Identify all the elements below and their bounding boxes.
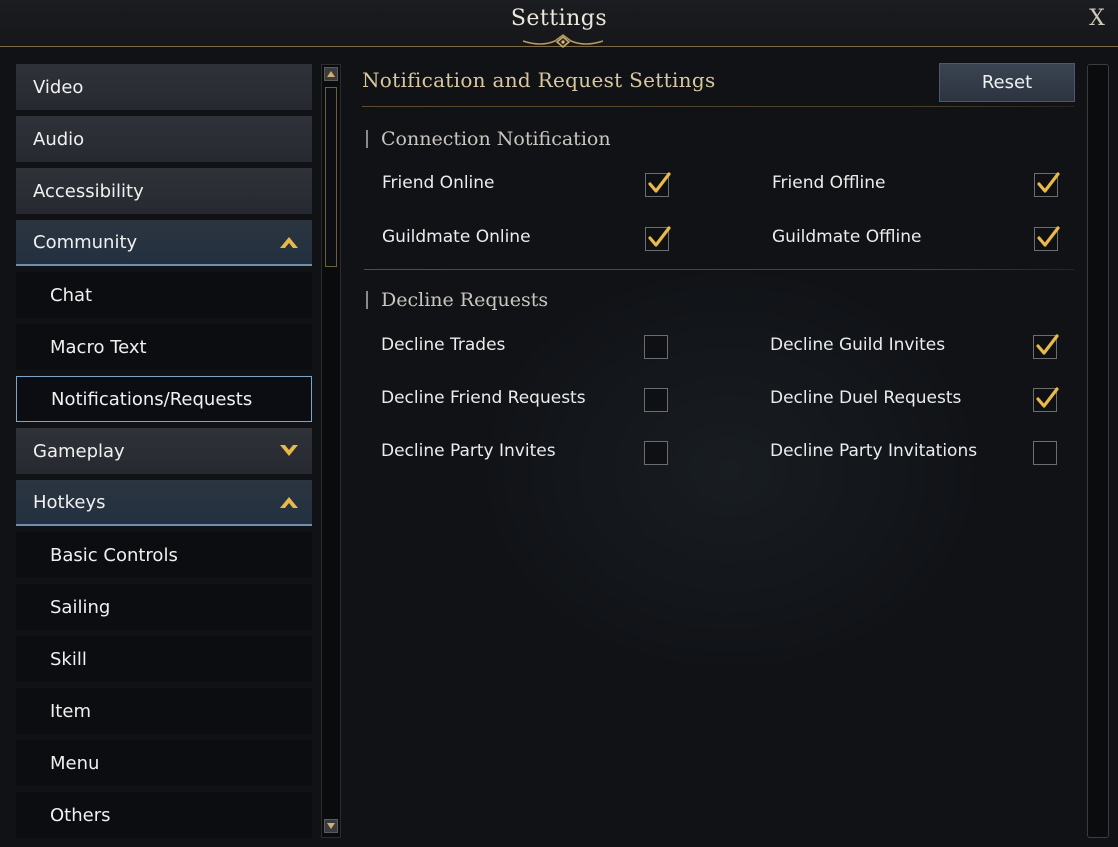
option-label-decline-duel-requests: Decline Duel Requests	[770, 388, 962, 408]
sidebar-item-label: Item	[50, 700, 91, 722]
chevron-up-icon	[278, 494, 300, 510]
reset-button[interactable]: Reset	[939, 63, 1075, 102]
checkbox-decline-friend-requests[interactable]	[644, 388, 668, 412]
sidebar-item-label: Accessibility	[33, 180, 144, 202]
checkbox-guildmate-offline[interactable]	[1034, 226, 1060, 251]
option-label-decline-friend-requests: Decline Friend Requests	[381, 388, 586, 408]
chevron-down-icon	[278, 443, 300, 459]
option-label-decline-trades: Decline Trades	[381, 335, 506, 355]
sidebar-item-label: Sailing	[50, 596, 111, 618]
sidebar-item-video[interactable]: Video	[16, 64, 312, 110]
option-label-decline-party-invitations: Decline Party Invitations	[770, 441, 978, 461]
section-title-decline: Decline Requests	[366, 291, 548, 310]
sidebar-scrollbar[interactable]	[321, 64, 341, 838]
checkbox-decline-party-invitations[interactable]	[1033, 441, 1057, 465]
checkbox-friend-online[interactable]	[645, 172, 671, 197]
sidebar-item-label: Macro Text	[50, 336, 147, 358]
sidebar-item-accessibility[interactable]: Accessibility	[16, 168, 312, 214]
sidebar-item-gameplay[interactable]: Gameplay	[16, 428, 312, 474]
sidebar-item-notifications-requests[interactable]: Notifications/Requests	[16, 376, 312, 422]
title-ornament-icon	[522, 34, 604, 48]
sidebar-item-label: Hotkeys	[33, 491, 106, 513]
option-label-guildmate-offline: Guildmate Offline	[772, 227, 922, 247]
option-label-friend-online: Friend Online	[382, 173, 495, 193]
checkbox-decline-party-invites[interactable]	[644, 441, 668, 465]
sidebar-item-label: Chat	[50, 284, 93, 306]
sidebar-item-label: Audio	[33, 128, 85, 150]
sidebar-item-label: Menu	[50, 752, 100, 774]
checkbox-decline-duel-requests[interactable]	[1033, 387, 1059, 412]
triangle-up-icon	[327, 71, 335, 77]
sidebar-item-menu[interactable]: Menu	[16, 740, 312, 786]
sidebar-item-label: Notifications/Requests	[51, 388, 253, 410]
checkmark-icon	[1037, 226, 1060, 247]
triangle-down-icon	[327, 823, 335, 829]
checkbox-guildmate-online[interactable]	[645, 226, 671, 251]
panel-title: Notification and Request Settings	[362, 68, 716, 92]
sidebar-item-chat[interactable]: Chat	[16, 272, 312, 318]
header-divider	[362, 106, 1074, 107]
scroll-up-button[interactable]	[324, 67, 338, 81]
sidebar-item-macro-text[interactable]: Macro Text	[16, 324, 312, 370]
sidebar-item-item[interactable]: Item	[16, 688, 312, 734]
option-label-decline-guild-invites: Decline Guild Invites	[770, 335, 946, 355]
checkbox-friend-offline[interactable]	[1034, 172, 1060, 197]
sidebar-item-basic-controls[interactable]: Basic Controls	[16, 532, 312, 578]
checkmark-icon	[1036, 387, 1059, 408]
sidebar-item-skill[interactable]: Skill	[16, 636, 312, 682]
checkmark-icon	[648, 172, 671, 193]
sidebar-item-label: Gameplay	[33, 440, 125, 462]
background-glow	[470, 260, 990, 680]
sidebar-scroll-thumb[interactable]	[325, 87, 337, 267]
checkmark-icon	[1036, 334, 1059, 355]
chevron-up-icon	[278, 234, 300, 250]
option-label-friend-offline: Friend Offline	[772, 173, 886, 193]
option-label-decline-party-invites: Decline Party Invites	[381, 441, 556, 461]
sidebar-item-sailing[interactable]: Sailing	[16, 584, 312, 630]
sidebar-item-audio[interactable]: Audio	[16, 116, 312, 162]
section-title-connection: Connection Notification	[366, 130, 611, 149]
option-label-guildmate-online: Guildmate Online	[382, 227, 531, 247]
sidebar-item-label: Others	[50, 804, 111, 826]
title-bar: Settings X	[0, 0, 1118, 48]
checkbox-decline-trades[interactable]	[644, 335, 668, 359]
sidebar-item-label: Community	[33, 231, 138, 253]
close-icon: X	[1089, 6, 1105, 31]
sidebar-item-others[interactable]: Others	[16, 792, 312, 838]
sidebar-item-hotkeys[interactable]: Hotkeys	[16, 480, 312, 526]
section-divider	[364, 269, 1074, 270]
checkbox-decline-guild-invites[interactable]	[1033, 334, 1059, 359]
scroll-down-button[interactable]	[324, 819, 338, 833]
checkmark-icon	[648, 226, 671, 247]
sidebar-item-label: Basic Controls	[50, 544, 178, 566]
window-title: Settings	[510, 6, 608, 31]
sidebar-item-label: Video	[33, 76, 84, 98]
checkmark-icon	[1037, 172, 1060, 193]
close-button[interactable]: X	[1084, 6, 1110, 32]
sidebar-item-community[interactable]: Community	[16, 220, 312, 266]
panel-scrollbar[interactable]	[1087, 64, 1109, 838]
sidebar-item-label: Skill	[50, 648, 87, 670]
